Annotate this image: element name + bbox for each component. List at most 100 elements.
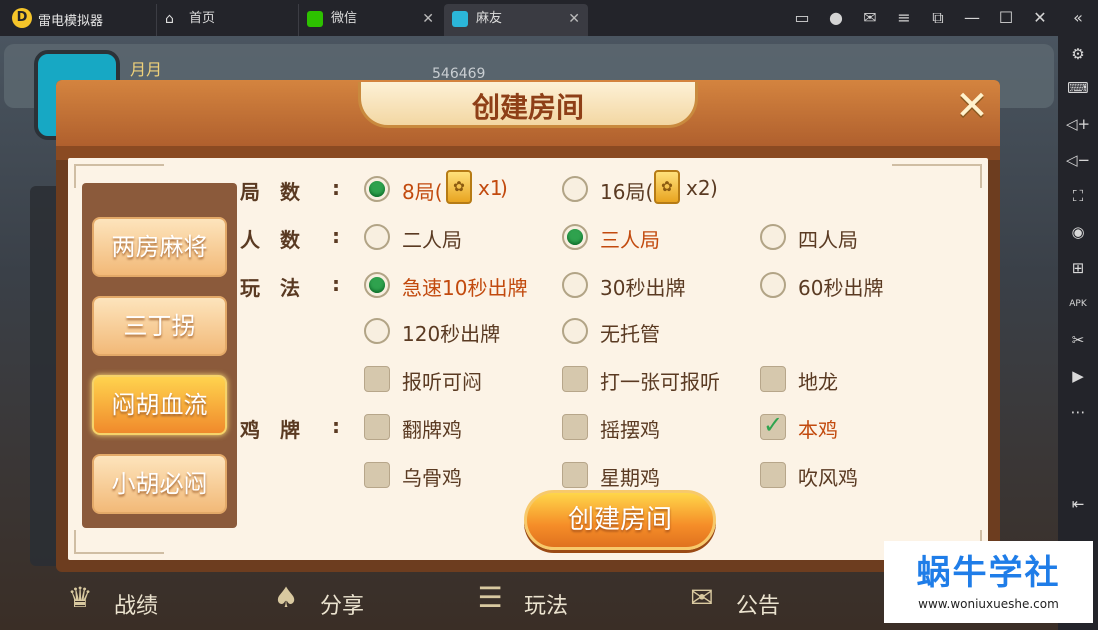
volume-down-icon[interactable]: ◁− [1066, 148, 1090, 172]
corner-ornament [892, 164, 982, 188]
gamepad-icon[interactable]: ▭ [792, 8, 812, 28]
option-dilong[interactable]: 地龙 [760, 364, 920, 394]
nav-label: 公告 [736, 594, 781, 619]
option-players-4[interactable]: 四人局 [760, 222, 920, 252]
option-text: 本鸡 [798, 418, 838, 442]
checkbox[interactable] [760, 462, 786, 488]
video-icon[interactable]: ▶ [1066, 364, 1090, 388]
tab-home[interactable]: ⌂ 首页 [156, 4, 296, 36]
mode-button-liangfang[interactable]: 两房麻将 [92, 217, 227, 277]
close-tab-icon[interactable]: ✕ [568, 4, 580, 34]
account-icon[interactable]: ● [826, 8, 846, 28]
mode-menu: 两房麻将 三丁拐 闷胡血流 小胡必闷 [82, 183, 237, 528]
option-dayizhang-baoting[interactable]: 打一张可报听 [562, 364, 752, 394]
option-players-3[interactable]: 三人局 [562, 222, 722, 252]
option-chicken-chuifeng[interactable]: 吹风鸡 [760, 460, 920, 490]
option-play-30s[interactable]: 30秒出牌 [562, 270, 722, 300]
emulator-titlebar: D 雷电模拟器 ⌂ 首页 微信 ✕ 麻友 ✕ ▭ ● ✉ ≡ ⧉ — ☐ ✕ « [0, 0, 1098, 36]
radio-button[interactable] [562, 318, 588, 344]
option-play-60s[interactable]: 60秒出牌 [760, 270, 920, 300]
mode-button-sandingguai[interactable]: 三丁拐 [92, 296, 227, 356]
collapse-sidebar-icon[interactable]: « [1068, 8, 1088, 28]
add-window-icon[interactable]: ⊞ [1066, 256, 1090, 280]
label-colon: : [332, 224, 340, 248]
minimize-icon[interactable]: — [962, 8, 982, 28]
radio-button[interactable] [562, 176, 588, 202]
checkbox[interactable] [364, 366, 390, 392]
option-text: 急速10秒出牌 [402, 276, 528, 300]
option-chicken-fanpai[interactable]: 翻牌鸡 [364, 412, 524, 442]
option-text: 16局( [600, 180, 654, 204]
maximize-icon[interactable]: ☐ [996, 8, 1016, 28]
volume-up-icon[interactable]: ◁+ [1066, 112, 1090, 136]
close-paren: ) [710, 176, 718, 200]
app-name: 雷电模拟器 [38, 14, 104, 29]
keyboard-icon[interactable]: ⌨ [1066, 76, 1090, 100]
radio-button[interactable] [760, 272, 786, 298]
radio-button[interactable] [364, 272, 390, 298]
mail-icon[interactable]: ✉ [860, 8, 880, 28]
create-room-button[interactable]: 创建房间 [524, 490, 716, 550]
option-play-no-auto[interactable]: 无托管 [562, 316, 722, 346]
tab-label: 麻友 [476, 11, 503, 26]
checkbox[interactable] [562, 366, 588, 392]
checkbox[interactable] [760, 366, 786, 392]
apk-install-icon[interactable]: APK [1066, 292, 1090, 316]
option-text: 打一张可报听 [600, 370, 720, 394]
share-icon: ♠ [273, 581, 299, 614]
option-chicken-yaobai[interactable]: 摇摆鸡 [562, 412, 722, 442]
trophy-icon: ♛ [67, 581, 93, 614]
tab-wechat[interactable]: 微信 ✕ [298, 4, 442, 36]
create-room-dialog: 创建房间 ✕ 两房麻将 三丁拐 闷胡血流 小胡必闷 局数 : 人数 : 玩法 :… [56, 80, 1000, 572]
option-text: 乌骨鸡 [402, 466, 462, 490]
menu-icon[interactable]: ≡ [894, 8, 914, 28]
option-chicken-xingqi[interactable]: 星期鸡 [562, 460, 722, 490]
checkbox[interactable]: ✓ [760, 411, 786, 440]
option-text: 摇摆鸡 [600, 418, 660, 442]
option-rounds-16[interactable]: 16局( ✿ x2 ) [562, 170, 752, 204]
option-chicken-ben[interactable]: ✓ 本鸡 [760, 411, 920, 442]
home-icon: ⌂ [165, 11, 174, 27]
label-colon: : [332, 414, 340, 438]
option-baoting-kemen[interactable]: 报听可闷 [364, 364, 524, 394]
close-paren: ) [500, 176, 508, 200]
option-text: 地龙 [798, 370, 838, 394]
checkbox[interactable] [562, 462, 588, 488]
option-text: 60秒出牌 [798, 276, 884, 300]
more-icon[interactable]: ⋯ [1066, 400, 1090, 424]
checkbox[interactable] [364, 462, 390, 488]
option-play-10s[interactable]: 急速10秒出牌 [364, 270, 554, 300]
option-text: 吹风鸡 [798, 466, 858, 490]
option-text: 三人局 [600, 228, 660, 252]
tab-label: 微信 [331, 11, 358, 26]
mode-button-xiaohu-bimen[interactable]: 小胡必闷 [92, 454, 227, 514]
tab-label: 首页 [189, 11, 216, 26]
option-play-120s[interactable]: 120秒出牌 [364, 316, 524, 346]
fullscreen-icon[interactable]: ⛶ [1066, 184, 1090, 208]
mode-button-menhu-xueliu[interactable]: 闷胡血流 [92, 375, 227, 435]
checkbox[interactable] [562, 414, 588, 440]
option-players-2[interactable]: 二人局 [364, 222, 524, 252]
radio-button[interactable] [364, 176, 390, 202]
player-name: 月月 [130, 60, 163, 79]
close-tab-icon[interactable]: ✕ [422, 4, 434, 34]
record-icon[interactable]: ◉ [1066, 220, 1090, 244]
label-colon: : [332, 176, 340, 200]
close-dialog-button[interactable]: ✕ [952, 86, 992, 126]
label-colon: : [332, 272, 340, 296]
back-icon[interactable]: ⇤ [1066, 492, 1090, 516]
option-rounds-8[interactable]: 8局( ✿ x1 ) [364, 170, 544, 204]
screenshot-icon[interactable]: ⧉ [928, 8, 948, 28]
radio-button[interactable] [562, 272, 588, 298]
radio-button[interactable] [760, 224, 786, 250]
radio-button[interactable] [364, 224, 390, 250]
radio-button[interactable] [364, 318, 390, 344]
checkbox[interactable] [364, 414, 390, 440]
scissors-icon[interactable]: ✂ [1066, 328, 1090, 352]
option-chicken-wugu[interactable]: 乌骨鸡 [364, 460, 524, 490]
option-text: 星期鸡 [600, 466, 660, 490]
close-window-icon[interactable]: ✕ [1030, 8, 1050, 28]
radio-button[interactable] [562, 224, 588, 250]
settings-icon[interactable]: ⚙ [1066, 42, 1090, 66]
tab-mayou[interactable]: 麻友 ✕ [444, 4, 588, 36]
